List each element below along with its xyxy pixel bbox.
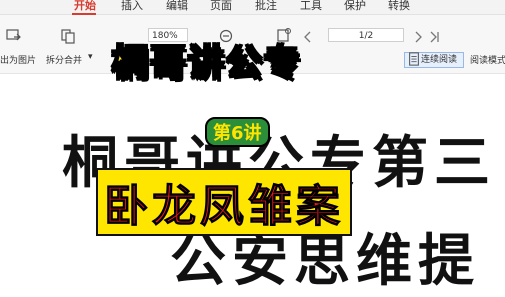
export-image-icon[interactable] bbox=[6, 28, 22, 44]
export-image-button[interactable]: 出为图片 bbox=[0, 53, 36, 66]
episode-badge: 第6讲 bbox=[205, 117, 270, 147]
menu-tab-comment[interactable]: 批注 bbox=[255, 0, 277, 13]
previous-page-icon[interactable] bbox=[300, 29, 316, 45]
menu-tab-tools[interactable]: 工具 bbox=[300, 0, 322, 13]
next-page-icon[interactable] bbox=[410, 29, 426, 45]
overlay-subtitle: 卧龙凤雏案 bbox=[96, 168, 352, 236]
continuous-read-label: 连续阅读 bbox=[421, 55, 458, 65]
menu-bar: 开始 插入 编辑 页面 批注 工具 保护 转换 bbox=[0, 0, 505, 15]
page-number-input[interactable]: 1/2 bbox=[328, 28, 404, 42]
menu-tab-page[interactable]: 页面 bbox=[210, 0, 232, 13]
chevron-down-icon[interactable]: ▾ bbox=[88, 52, 93, 62]
overlay-title: 桐哥讲公专 bbox=[111, 42, 303, 85]
menu-tab-start[interactable]: 开始 bbox=[74, 0, 96, 13]
menu-tab-protect[interactable]: 保护 bbox=[344, 0, 366, 13]
continuous-read-icon bbox=[409, 52, 419, 66]
menu-tab-insert[interactable]: 插入 bbox=[121, 0, 143, 13]
split-merge-icon[interactable] bbox=[60, 28, 76, 44]
last-page-icon[interactable] bbox=[427, 29, 443, 45]
menu-tab-convert[interactable]: 转换 bbox=[388, 0, 410, 13]
split-merge-button[interactable]: 拆分合并 bbox=[46, 53, 82, 66]
read-mode-button[interactable]: 阅读模式 bbox=[470, 53, 505, 66]
menu-tab-edit[interactable]: 编辑 bbox=[166, 0, 188, 13]
